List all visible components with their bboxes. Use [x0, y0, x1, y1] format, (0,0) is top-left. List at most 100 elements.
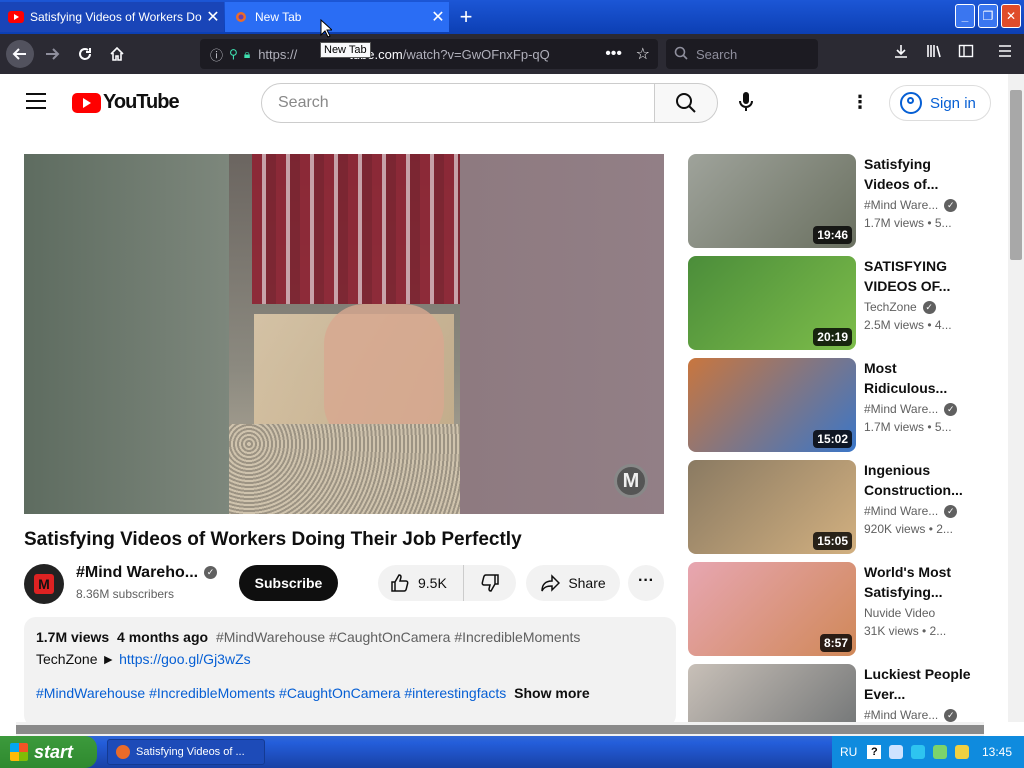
view-count: 1.7M views	[36, 629, 110, 645]
recommendation-channel[interactable]: TechZone ✓	[864, 300, 936, 315]
permissions-icon[interactable]: ⚲	[229, 47, 238, 61]
recommendation-channel[interactable]: Nuvide Video	[864, 606, 935, 620]
channel-watermark[interactable]: M	[614, 464, 648, 498]
recommendation-item[interactable]: Luckiest People Ever... #Mind Ware... ✓	[688, 664, 988, 722]
firefox-favicon-icon	[233, 11, 249, 23]
recommendation-channel[interactable]: #Mind Ware... ✓	[864, 708, 958, 722]
search-placeholder: Search	[696, 46, 738, 62]
recommendation-item[interactable]: 20:19 SATISFYING VIDEOS OF... TechZone ✓ …	[688, 256, 988, 350]
recommendation-title[interactable]: Satisfying Videos of...	[864, 154, 972, 194]
recommendation-item[interactable]: 19:46 Satisfying Videos of... #Mind Ware…	[688, 154, 988, 248]
recommendation-channel[interactable]: #Mind Ware... ✓	[864, 504, 958, 519]
sidebar-icon[interactable]	[955, 43, 977, 64]
recommendation-meta: 31K views • 2...	[864, 624, 947, 638]
tab-new[interactable]: New Tab ✕	[225, 2, 449, 32]
help-icon[interactable]: ?	[867, 745, 882, 759]
dislike-button[interactable]	[464, 573, 516, 593]
reload-button[interactable]	[71, 40, 99, 68]
page-actions-icon[interactable]: •••	[605, 45, 622, 63]
sign-in-button[interactable]: Sign in	[889, 85, 991, 121]
tab-close-icon[interactable]: ✕	[202, 7, 224, 27]
close-window-button[interactable]: ✕	[1001, 4, 1021, 28]
recommendation-title[interactable]: SATISFYING VIDEOS OF...	[864, 256, 972, 296]
recommendation-thumbnail[interactable]: 19:46	[688, 154, 856, 248]
subscribe-button[interactable]: Subscribe	[239, 565, 338, 601]
like-count: 9.5K	[418, 575, 447, 591]
description-box[interactable]: 1.7M views 4 months ago #MindWarehouse #…	[24, 617, 676, 722]
share-button[interactable]: Share	[526, 565, 620, 601]
duration-badge: 15:05	[813, 532, 852, 550]
recommendation-thumbnail[interactable]: 15:02	[688, 358, 856, 452]
duration-badge: 15:02	[813, 430, 852, 448]
recommendation-channel[interactable]: #Mind Ware... ✓	[864, 198, 958, 213]
horizontal-scrollbar[interactable]	[16, 722, 984, 736]
downloads-icon[interactable]	[890, 43, 912, 64]
vertical-scrollbar[interactable]	[1008, 74, 1024, 722]
lock-icon[interactable]: 🔒︎	[244, 47, 250, 62]
recommendation-item[interactable]: 8:57 World's Most Satisfying... Nuvide V…	[688, 562, 988, 656]
recommendation-thumbnail[interactable]: 8:57	[688, 562, 856, 656]
scrollbar-thumb[interactable]	[16, 725, 984, 734]
firefox-icon	[116, 745, 130, 759]
library-icon[interactable]	[923, 43, 945, 64]
verified-icon: ✓	[944, 505, 958, 519]
recommendation-title[interactable]: Ingenious Construction...	[864, 460, 972, 500]
language-indicator[interactable]: RU	[840, 745, 857, 759]
url-bar[interactable]: ⓘ ⚲ 🔒︎ https://tube.com/watch?v=GwOFnxFp…	[200, 39, 658, 69]
recommendation-title[interactable]: Luckiest People Ever...	[864, 664, 972, 704]
recommendation-thumbnail[interactable]: 15:05	[688, 460, 856, 554]
back-arrow-icon	[12, 48, 26, 60]
channel-logo-icon: M	[34, 574, 54, 594]
channel-name[interactable]: #Mind Wareho... ✓	[76, 564, 218, 582]
tray-arrow-icon[interactable]	[889, 745, 904, 759]
mouse-cursor-icon	[320, 19, 332, 38]
more-actions-button[interactable]: ···	[628, 565, 664, 601]
recommendation-thumbnail[interactable]: 20:19	[688, 256, 856, 350]
video-player[interactable]: M	[24, 154, 664, 514]
verified-icon: ✓	[204, 566, 218, 580]
reload-icon	[79, 48, 91, 60]
description-hashtags[interactable]: #MindWarehouse #IncredibleMoments #Caugh…	[36, 685, 506, 701]
url-text[interactable]: https://tube.com/watch?v=GwOFnxFp-qQ	[258, 47, 550, 62]
info-icon[interactable]: ⓘ	[210, 45, 223, 64]
youtube-search-input[interactable]: Search	[261, 83, 655, 123]
recommendation-item[interactable]: 15:05 Ingenious Construction... #Mind Wa…	[688, 460, 988, 554]
youtube-search-button[interactable]	[654, 83, 718, 123]
recommendation-item[interactable]: 15:02 Most Ridiculous... #Mind Ware... ✓ …	[688, 358, 988, 452]
recommendation-title[interactable]: World's Most Satisfying...	[864, 562, 972, 602]
scrollbar-thumb[interactable]	[1010, 90, 1022, 260]
youtube-logo[interactable]: YouTube	[72, 91, 180, 114]
youtube-page: YouTube Search ⋮ Sign in M Satisfying Vi…	[0, 74, 1008, 722]
description-tags[interactable]: #MindWarehouse #CaughtOnCamera #Incredib…	[216, 629, 580, 645]
maximize-button[interactable]: ❐	[978, 4, 998, 28]
recommendation-thumbnail[interactable]	[688, 664, 856, 722]
tray-volume-icon[interactable]	[955, 745, 970, 759]
recommendation-title[interactable]: Most Ridiculous...	[864, 358, 972, 398]
tab-close-icon[interactable]: ✕	[427, 7, 449, 27]
microphone-icon[interactable]	[734, 90, 758, 114]
start-button[interactable]: start	[0, 736, 97, 768]
show-more-button[interactable]: Show more	[514, 685, 589, 701]
hamburger-menu-icon[interactable]	[26, 93, 46, 114]
back-button[interactable]	[6, 40, 34, 68]
browser-search-box[interactable]: Search	[666, 39, 818, 69]
taskbar-item-firefox[interactable]: Satisfying Videos of ...	[107, 739, 265, 765]
duration-badge: 8:57	[819, 634, 852, 652]
minimize-button[interactable]: _	[955, 4, 975, 28]
system-tray: RU ? 13:45	[832, 736, 1024, 768]
tab-youtube[interactable]: Satisfying Videos of Workers Doing ✕	[0, 2, 224, 32]
tray-shield-icon[interactable]	[933, 745, 948, 759]
recommendation-meta: 2.5M views • 4...	[864, 318, 952, 332]
like-button[interactable]: 9.5K	[378, 565, 464, 601]
sign-in-label: Sign in	[930, 94, 976, 112]
description-link[interactable]: https://goo.gl/Gj3wZs	[119, 651, 251, 667]
new-tab-button[interactable]: +	[455, 4, 477, 30]
tray-network-icon[interactable]	[911, 745, 926, 759]
recommendation-channel[interactable]: #Mind Ware... ✓	[864, 402, 958, 417]
forward-button[interactable]	[38, 40, 66, 68]
bookmark-star-icon[interactable]: ☆	[636, 44, 650, 64]
channel-avatar[interactable]: M	[24, 564, 64, 604]
settings-kebab-icon[interactable]: ⋮	[850, 90, 870, 114]
menu-icon[interactable]	[994, 43, 1016, 64]
home-button[interactable]	[103, 40, 131, 68]
